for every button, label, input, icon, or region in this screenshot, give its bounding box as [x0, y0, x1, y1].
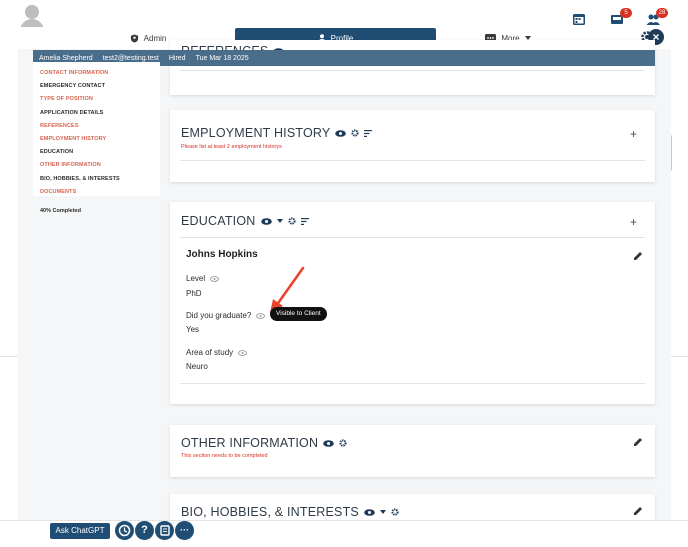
- history-button[interactable]: [115, 521, 134, 540]
- field-area-label: Area of study: [186, 348, 248, 357]
- inbox-badge: 5: [620, 8, 632, 18]
- sidebar-item-contact-information[interactable]: CONTACT INFORMATION: [33, 67, 160, 80]
- eye-icon[interactable]: [323, 439, 335, 447]
- notebook-icon: [160, 525, 170, 536]
- edit-pencil-icon[interactable]: [633, 506, 643, 516]
- sidebar-item-type-of-position[interactable]: TYPE OF POSITION: [33, 93, 160, 106]
- eye-outline-icon[interactable]: [238, 349, 248, 356]
- sidebar-item-application-details[interactable]: APPLICATION DETAILS: [33, 107, 160, 120]
- field-graduate-value: Yes: [186, 325, 200, 334]
- sidebar-item-references[interactable]: REFERENCES: [33, 120, 160, 133]
- candidate-email: test2@testing.test: [102, 54, 159, 62]
- ask-chatgpt-button[interactable]: Ask ChatGPT: [50, 523, 110, 539]
- add-education-button[interactable]: +: [630, 215, 637, 229]
- sort-icon[interactable]: [364, 129, 373, 137]
- section-nav: CONTACT INFORMATION EMERGENCY CONTACT TYPE…: [33, 62, 160, 196]
- section-employment-history: EMPLOYMENT HISTORY Please list at least …: [170, 110, 655, 182]
- eye-outline-icon[interactable]: [210, 275, 220, 282]
- calendar-icon[interactable]: [572, 12, 586, 26]
- sidebar-item-bio-hobbies-interests[interactable]: BIO, HOBBIES, & INTERESTS: [33, 173, 160, 186]
- more-options-button[interactable]: ···: [175, 521, 194, 540]
- section-education-title: EDUCATION: [181, 214, 256, 228]
- gear-icon[interactable]: [391, 508, 399, 516]
- field-level-label: Level: [186, 274, 220, 283]
- edit-pencil-icon[interactable]: [633, 251, 643, 261]
- sidebar-item-documents[interactable]: DOCUMENTS: [33, 186, 160, 199]
- chevron-down-icon[interactable]: [379, 510, 386, 514]
- inbox-icon[interactable]: 5: [610, 8, 632, 26]
- edit-pencil-icon[interactable]: [633, 437, 643, 447]
- sidebar-item-other-information[interactable]: OTHER INFORMATION: [33, 159, 160, 172]
- section-education: EDUCATION + Johns Hopkins Level PhD Did …: [170, 202, 655, 404]
- field-area-value: Neuro: [186, 362, 208, 371]
- users-icon[interactable]: 28: [646, 8, 668, 26]
- gear-icon[interactable]: [339, 439, 347, 447]
- eye-outline-icon[interactable]: [256, 312, 266, 319]
- add-employment-button[interactable]: +: [630, 127, 637, 141]
- candidate-date: Tue Mar 18 2025: [195, 54, 249, 62]
- section-other-information: OTHER INFORMATION This section needs to …: [170, 425, 655, 477]
- sidebar-item-employment-history[interactable]: EMPLOYMENT HISTORY: [33, 133, 160, 146]
- shield-person-icon: [130, 33, 138, 43]
- field-graduate-label: Did you graduate?: [186, 311, 266, 320]
- tab-admin-label: Admin: [143, 33, 167, 43]
- notes-button[interactable]: [155, 521, 174, 540]
- visibility-tooltip: Visible to Client: [270, 307, 327, 321]
- section-references: REFERENCES: [170, 40, 655, 95]
- chevron-down-icon[interactable]: [276, 219, 283, 223]
- other-warning: This section needs to be completed: [181, 453, 268, 459]
- eye-icon[interactable]: [260, 217, 272, 225]
- eye-icon[interactable]: [335, 129, 347, 137]
- gear-icon[interactable]: [287, 217, 296, 225]
- section-bio: BIO, HOBBIES, & INTERESTS: [170, 494, 655, 520]
- education-entry-name: Johns Hopkins: [186, 249, 258, 260]
- section-other-title: OTHER INFORMATION: [181, 436, 319, 450]
- sidebar-item-education[interactable]: EDUCATION: [33, 146, 160, 159]
- candidate-status: Hired: [168, 54, 186, 62]
- employment-warning: Please list at least 2 employment histor…: [181, 144, 282, 150]
- profile-modal: Admin Profile More × REFERENCES: [18, 27, 671, 520]
- users-badge: 28: [656, 8, 668, 18]
- section-bio-title: BIO, HOBBIES, & INTERESTS: [181, 505, 359, 519]
- candidate-name: Amelia Shepherd: [39, 54, 93, 62]
- field-level-value: PhD: [186, 289, 202, 298]
- gear-icon[interactable]: [351, 129, 360, 137]
- section-employment-title: EMPLOYMENT HISTORY: [181, 126, 331, 140]
- sort-icon[interactable]: [300, 217, 309, 225]
- background-topbar: 5 28: [0, 0, 688, 31]
- completion-progress: 40% Completed: [40, 208, 81, 214]
- background-divider: [0, 520, 688, 521]
- help-button[interactable]: ?: [135, 521, 154, 540]
- history-icon: [118, 524, 131, 537]
- sidebar-item-emergency-contact[interactable]: EMERGENCY CONTACT: [33, 80, 160, 93]
- eye-icon[interactable]: [364, 508, 375, 516]
